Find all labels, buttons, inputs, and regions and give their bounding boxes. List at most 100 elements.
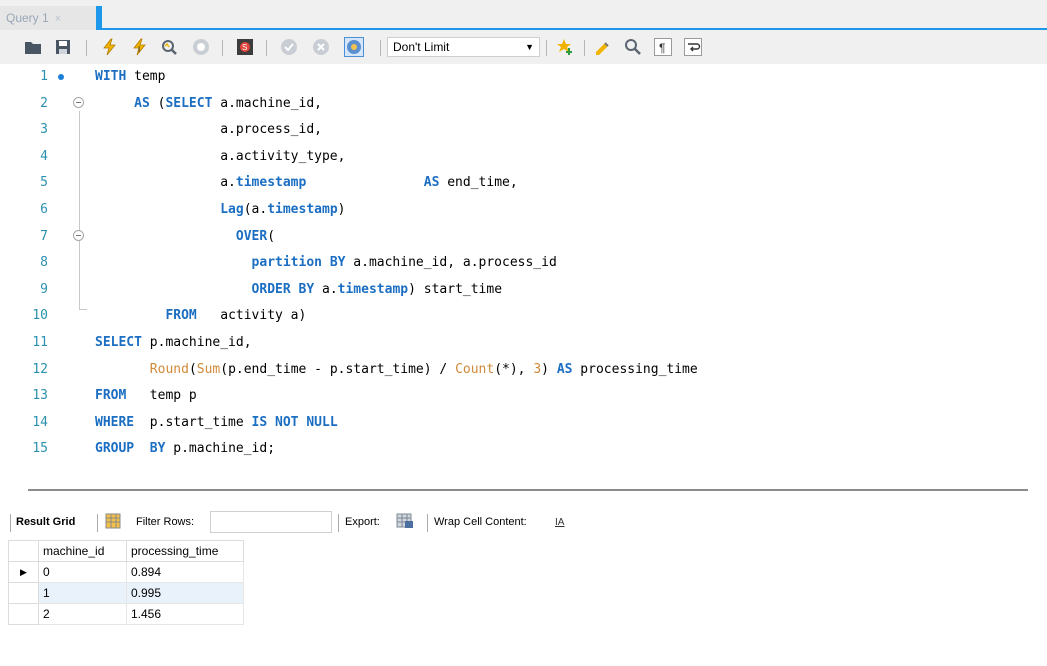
code-text[interactable]: Round(Sum(p.end_time - p.start_time) / C… [95, 357, 698, 383]
svg-text:I: I [138, 45, 140, 54]
commit-icon[interactable] [280, 38, 298, 56]
column-header-processing-time[interactable]: processing_time [126, 540, 244, 562]
code-text[interactable]: AS (SELECT a.machine_id, [95, 91, 322, 117]
result-grid-tab[interactable]: Result Grid [16, 516, 75, 528]
cell-machine-id[interactable]: 1 [38, 582, 127, 604]
execute-current-icon[interactable]: I [130, 38, 148, 56]
code-line[interactable]: 5 a.timestamp AS end_time, [0, 170, 1047, 197]
add-snippet-icon[interactable] [556, 38, 574, 56]
code-line[interactable]: 7 OVER( [0, 224, 1047, 251]
explain-icon[interactable] [160, 38, 178, 56]
table-row[interactable]: 1 0.995 [8, 582, 244, 604]
toolbar-divider [380, 40, 381, 56]
wrap-cell-icon[interactable]: IA [554, 514, 568, 531]
row-header-corner [8, 540, 39, 562]
cell-machine-id[interactable]: 0 [38, 561, 127, 583]
tab-title: Query 1 [6, 11, 49, 25]
code-text[interactable]: FROM activity a) [95, 303, 306, 329]
code-text[interactable]: a.process_id, [95, 117, 322, 143]
line-number: 4 [40, 148, 48, 164]
save-icon[interactable] [54, 38, 72, 56]
toolbar-divider [266, 40, 267, 56]
code-text[interactable]: Lag(a.timestamp) [95, 197, 345, 223]
code-text[interactable]: GROUP BY p.machine_id; [95, 436, 275, 462]
code-line[interactable]: 11 SELECT p.machine_id, [0, 330, 1047, 357]
code-line[interactable]: 9 ORDER BY a.timestamp) start_time [0, 277, 1047, 304]
grid-view-icon[interactable] [105, 513, 121, 532]
code-text[interactable]: a.activity_type, [95, 144, 345, 170]
close-icon[interactable]: × [55, 13, 61, 25]
column-header-machine-id[interactable]: machine_id [38, 540, 127, 562]
row-header [8, 603, 39, 625]
table-row[interactable]: 2 1.456 [8, 603, 244, 625]
panel-splitter[interactable] [28, 489, 1028, 491]
rollback-icon[interactable] [312, 38, 330, 56]
limit-rows-select[interactable]: Don't Limit ▼ [387, 37, 540, 57]
code-text[interactable]: OVER( [95, 224, 275, 250]
cell-processing-time[interactable]: 1.456 [126, 603, 244, 625]
line-number: 6 [40, 202, 48, 217]
cell-processing-time[interactable]: 0.894 [126, 561, 244, 583]
wrap-cell-label: Wrap Cell Content: [434, 516, 527, 528]
line-number: 15 [32, 441, 48, 457]
toggle-autocommit-icon[interactable]: S [236, 38, 254, 56]
code-line[interactable]: 2 AS (SELECT a.machine_id, [0, 91, 1047, 118]
code-text[interactable]: SELECT p.machine_id, [95, 330, 252, 356]
code-text[interactable]: FROM temp p [95, 383, 197, 409]
line-number: 7 [40, 228, 48, 244]
line-number: 11 [32, 335, 48, 350]
code-text[interactable]: a.timestamp AS end_time, [95, 170, 517, 196]
toolbar-divider [97, 514, 98, 532]
svg-text:¶: ¶ [659, 41, 665, 55]
cell-machine-id[interactable]: 2 [38, 603, 127, 625]
line-number: 14 [32, 414, 48, 430]
code-line[interactable]: 14 WHERE p.start_time IS NOT NULL [0, 410, 1047, 437]
tab-query-1[interactable]: Query 1 × [0, 6, 96, 30]
wrap-icon[interactable] [684, 38, 702, 56]
code-text[interactable]: WHERE p.start_time IS NOT NULL [95, 410, 338, 436]
sql-editor[interactable]: 1 WITH temp 2 AS (SELECT a.machine_id, 3 a.… [0, 64, 1047, 484]
line-number: 12 [32, 361, 48, 377]
table-row[interactable]: ▶ 0 0.894 [8, 561, 244, 583]
filter-rows-label: Filter Rows: [136, 516, 195, 528]
svg-text:S: S [242, 43, 247, 52]
filter-rows-input[interactable] [210, 511, 332, 533]
code-text[interactable]: ORDER BY a.timestamp) start_time [95, 277, 502, 303]
code-line[interactable]: 10 FROM activity a) [0, 303, 1047, 330]
line-number: 2 [40, 95, 48, 111]
line-number: 3 [40, 122, 48, 138]
code-line[interactable]: 13 FROM temp p [0, 383, 1047, 410]
code-text[interactable]: partition BY a.machine_id, a.process_id [95, 250, 557, 276]
grid-header-row: machine_id processing_time [8, 540, 244, 562]
open-folder-icon[interactable] [24, 38, 42, 56]
code-line[interactable]: 8 partition BY a.machine_id, a.process_i… [0, 250, 1047, 277]
execute-icon[interactable] [100, 38, 118, 56]
code-line[interactable]: 3 a.process_id, [0, 117, 1047, 144]
cell-processing-time[interactable]: 0.995 [126, 582, 244, 604]
limit-rows-value: Don't Limit [393, 40, 450, 54]
invisible-chars-icon[interactable]: ¶ [654, 38, 672, 56]
export-icon[interactable] [396, 513, 414, 532]
code-text[interactable]: WITH temp [95, 64, 165, 90]
code-line[interactable]: 15 GROUP BY p.machine_id; [0, 436, 1047, 463]
result-grid[interactable]: machine_id processing_time ▶ 0 0.894 1 0… [8, 540, 244, 625]
beautify-icon[interactable] [594, 38, 612, 56]
chevron-down-icon: ▼ [525, 42, 534, 52]
toolbar-divider [10, 514, 11, 532]
active-tab-indicator [96, 6, 102, 30]
row-header [8, 582, 39, 604]
result-toolbar: Result Grid Filter Rows: Export: Wrap Ce… [0, 510, 1047, 536]
toolbar-divider [427, 514, 428, 532]
find-icon[interactable] [624, 38, 642, 56]
stop-icon[interactable] [192, 38, 210, 56]
current-statement-dot-icon [58, 74, 64, 80]
code-line[interactable]: 6 Lag(a.timestamp) [0, 197, 1047, 224]
line-number: 10 [32, 308, 48, 324]
export-label: Export: [345, 516, 380, 528]
code-line[interactable]: 4 a.activity_type, [0, 144, 1047, 171]
code-line[interactable]: 1 WITH temp [0, 64, 1047, 91]
toolbar-divider [584, 40, 585, 56]
line-number: 8 [40, 255, 48, 271]
code-line[interactable]: 12 Round(Sum(p.end_time - p.start_time) … [0, 357, 1047, 384]
toggle-error-icon[interactable] [344, 37, 364, 57]
